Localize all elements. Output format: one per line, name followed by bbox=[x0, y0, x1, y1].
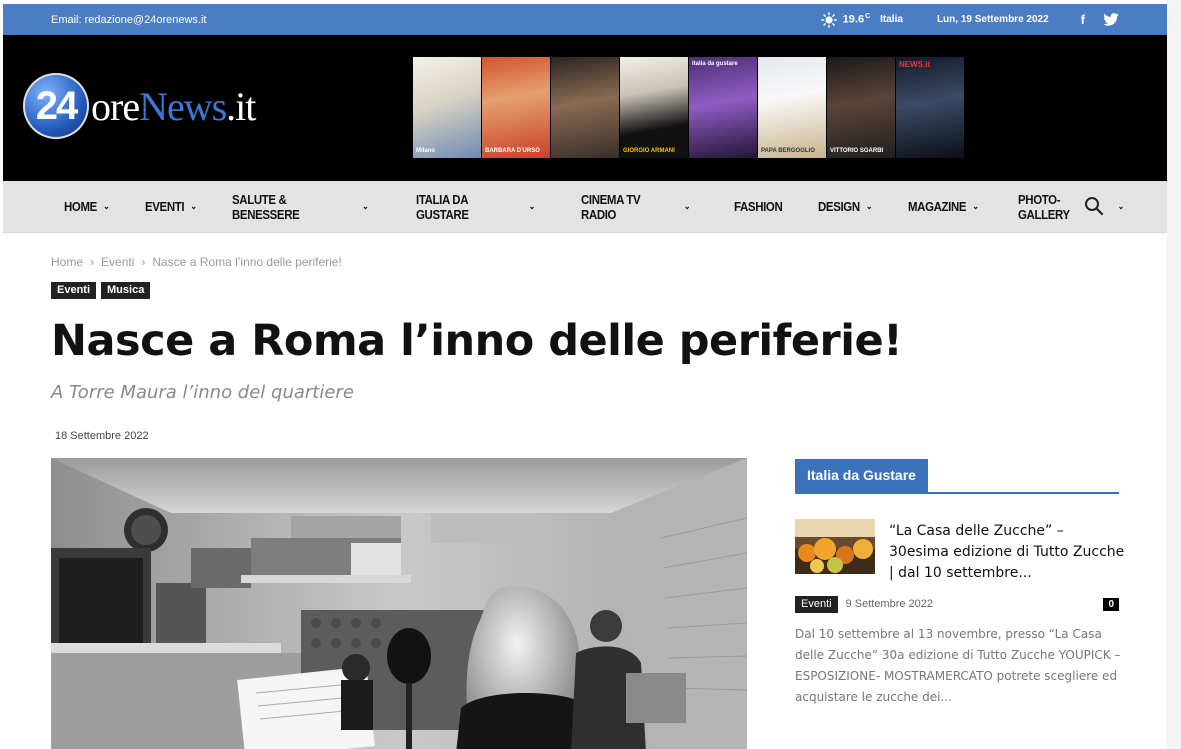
logo-text-ore: ore bbox=[91, 83, 140, 129]
nav-item-label: CINEMA TV RADIO bbox=[580, 191, 641, 222]
temperature-value: 19.6 bbox=[842, 13, 865, 26]
sidebar-heading: Italia da Gustare bbox=[795, 459, 1119, 494]
nav-item-label: MAGAZINE bbox=[908, 199, 967, 214]
nav-item-eventi[interactable]: EVENTI ⌄ bbox=[145, 199, 197, 214]
social-links: f bbox=[1081, 12, 1119, 27]
nav-item-cinema-tv-radio[interactable]: CINEMA TV RADIO ⌄ bbox=[580, 191, 691, 222]
article-title: Nasce a Roma l’inno delle periferie! bbox=[51, 316, 903, 366]
sidebar-post-thumbnail[interactable] bbox=[795, 519, 875, 574]
logo-badge: 24 bbox=[23, 73, 89, 139]
cover-caption: GIORGIO ARMANI bbox=[623, 148, 675, 154]
temperature: 19.6C bbox=[843, 13, 870, 26]
chevron-down-icon: ⌄ bbox=[972, 201, 980, 211]
search-icon[interactable] bbox=[1083, 195, 1105, 217]
chevron-down-icon: ⌄ bbox=[865, 201, 873, 211]
magazine-cover: VITTORIO SGARBI bbox=[827, 57, 896, 158]
chevron-down-icon: ⌄ bbox=[103, 201, 110, 211]
nav-item-label: EVENTI bbox=[144, 199, 185, 214]
article-featured-image[interactable] bbox=[51, 458, 747, 749]
weather-widget: 19.6C Italia bbox=[820, 11, 903, 28]
magazine-cover: PAPA BERGOGLIO bbox=[758, 57, 827, 158]
nav-item-label: ITALIA DA GUSTARE bbox=[416, 191, 469, 222]
chevron-down-icon: ⌄ bbox=[529, 201, 536, 211]
site-logo[interactable]: 24 oreNews.it bbox=[23, 73, 256, 139]
magazine-cover: GIORGIO ARMANI bbox=[620, 57, 689, 158]
magazine-cover: BARBARA D'URSO bbox=[482, 57, 551, 158]
nav-item-magazine[interactable]: MAGAZINE ⌄ bbox=[908, 199, 979, 214]
comment-count-badge[interactable]: 0 bbox=[1103, 597, 1119, 611]
nav-item-fashion[interactable]: FASHION bbox=[733, 199, 783, 214]
page-gutter bbox=[1167, 0, 1181, 749]
chevron-down-icon: ⌄ bbox=[362, 201, 369, 211]
sidebar-post-meta: Eventi 9 Settembre 2022 0 bbox=[795, 595, 1119, 613]
sidebar-post-date: 9 Settembre 2022 bbox=[845, 598, 934, 610]
breadcrumb-current: Nasce a Roma l’inno delle periferie! bbox=[152, 255, 342, 269]
twitter-icon[interactable] bbox=[1103, 13, 1119, 26]
cover-caption: italia da gustare bbox=[692, 61, 738, 67]
magazine-cover bbox=[551, 57, 620, 158]
sidebar-post-title[interactable]: “La Casa delle Zucche” – 30esima edizion… bbox=[889, 521, 1125, 584]
current-date: Lun, 19 Settembre 2022 bbox=[936, 14, 1049, 25]
logo-wordmark: oreNews.it bbox=[91, 83, 256, 130]
breadcrumb: Home › Eventi › Nasce a Roma l’inno dell… bbox=[51, 255, 342, 269]
nav-item-label: DESIGN bbox=[817, 199, 860, 214]
nav-item-design[interactable]: DESIGN ⌄ bbox=[817, 199, 873, 214]
nav-item-label: HOME bbox=[64, 199, 97, 214]
article-date: 18 Settembre 2022 bbox=[55, 430, 149, 442]
chevron-down-icon: ⌄ bbox=[683, 201, 691, 211]
facebook-icon[interactable]: f bbox=[1081, 12, 1085, 27]
temperature-unit: C bbox=[865, 13, 871, 21]
cover-caption: VITTORIO SGARBI bbox=[830, 148, 884, 154]
article-subtitle: A Torre Maura l’inno del quartiere bbox=[51, 382, 354, 403]
breadcrumb-separator: › bbox=[90, 255, 95, 269]
article-tags: Eventi Musica bbox=[51, 282, 151, 299]
site-header: 24 oreNews.it Milano BARBARA D'URSO GIOR… bbox=[3, 35, 1167, 181]
nav-item-home[interactable]: HOME ⌄ bbox=[64, 199, 110, 214]
page: Email: redazione@24orenews.it 19.6C Ital… bbox=[3, 4, 1167, 749]
cover-caption: NEWS.it bbox=[899, 60, 931, 69]
magazine-cover: Milano bbox=[413, 57, 482, 158]
magazine-cover: italia da gustare bbox=[689, 57, 758, 158]
main-navigation: HOME ⌄ EVENTI ⌄ SALUTE & BENESSERE ⌄ ITALIA… bbox=[3, 181, 1167, 233]
sun-icon bbox=[820, 11, 837, 28]
top-bar: Email: redazione@24orenews.it 19.6C Ital… bbox=[3, 4, 1167, 35]
contact-email[interactable]: Email: redazione@24orenews.it bbox=[51, 14, 821, 26]
weather-city: Italia bbox=[880, 14, 903, 25]
breadcrumb-separator: › bbox=[141, 255, 146, 269]
nav-item-salute-benessere[interactable]: SALUTE & BENESSERE ⌄ bbox=[232, 191, 369, 222]
studio-photo bbox=[51, 458, 747, 749]
breadcrumb-section[interactable]: Eventi bbox=[101, 255, 134, 269]
nav-item-label: FASHION bbox=[733, 199, 783, 214]
nav-item-italia-da-gustare[interactable]: ITALIA DA GUSTARE ⌄ bbox=[416, 192, 535, 222]
cover-caption: BARBARA D'URSO bbox=[485, 148, 540, 154]
nav-item-photo-gallery[interactable]: PHOTO-GALLERY ⌄ bbox=[1018, 192, 1124, 222]
magazine-cover: NEWS.it bbox=[896, 57, 964, 158]
logo-text-news: News bbox=[139, 83, 227, 129]
sidebar-post-excerpt: Dal 10 settembre al 13 novembre, presso … bbox=[795, 627, 1121, 704]
sidebar-heading-label[interactable]: Italia da Gustare bbox=[795, 459, 928, 492]
chevron-down-icon: ⌄ bbox=[1117, 201, 1124, 211]
sidebar-post-tag[interactable]: Eventi bbox=[795, 595, 838, 613]
logo-text-tld: .it bbox=[226, 83, 256, 129]
cover-caption: PAPA BERGOGLIO bbox=[761, 148, 815, 154]
cover-caption: Milano bbox=[416, 148, 435, 154]
tag-musica[interactable]: Musica bbox=[101, 282, 151, 299]
tag-eventi[interactable]: Eventi bbox=[51, 282, 97, 299]
nav-item-label: SALUTE & BENESSERE bbox=[232, 191, 300, 222]
chevron-down-icon: ⌄ bbox=[189, 201, 197, 211]
magazine-covers-banner[interactable]: Milano BARBARA D'URSO GIORGIO ARMANI ita… bbox=[413, 57, 964, 158]
pumpkins-image bbox=[795, 519, 875, 574]
breadcrumb-home[interactable]: Home bbox=[51, 255, 83, 269]
